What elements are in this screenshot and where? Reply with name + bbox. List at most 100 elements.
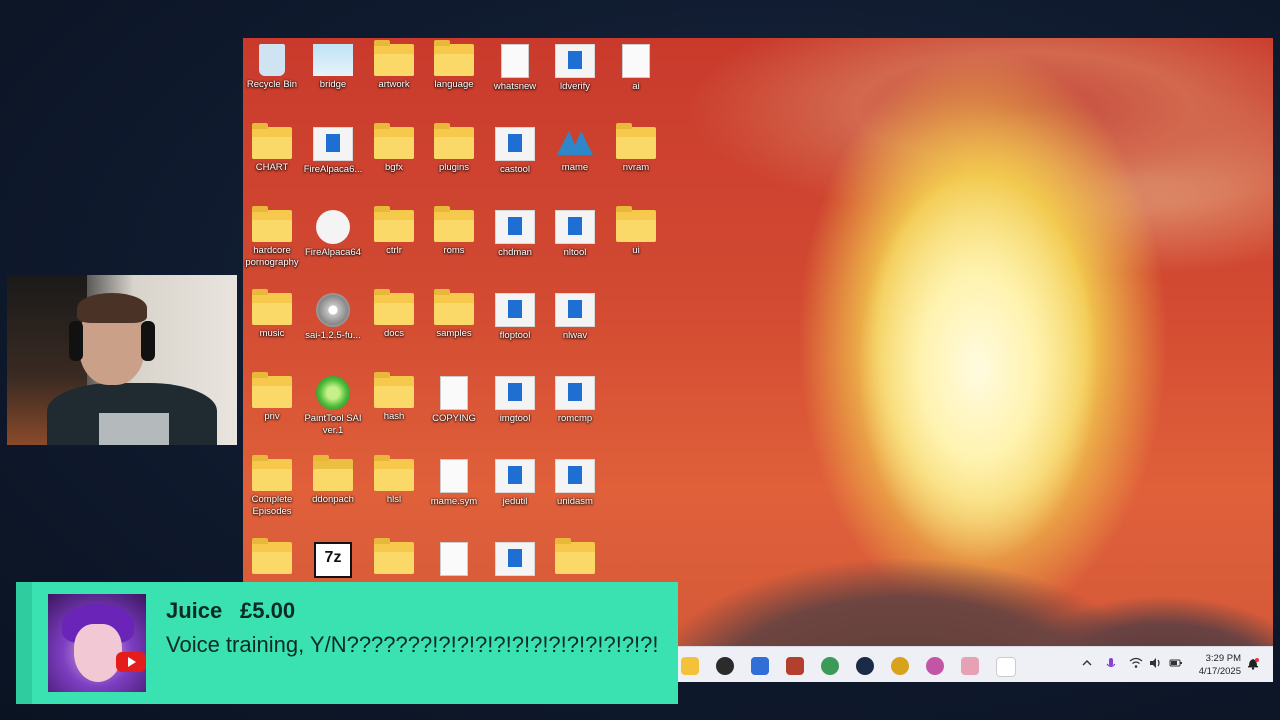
folder-icon [555, 538, 595, 574]
desktop-icon-label: ui [632, 245, 640, 256]
desktop-icon[interactable]: mame.sym [419, 453, 489, 508]
desktop-icon-label: mame [561, 162, 589, 173]
document-icon [440, 376, 468, 410]
folder-icon [374, 206, 414, 242]
character-app-icon[interactable] [961, 657, 979, 675]
executable-icon [555, 210, 595, 244]
desktop-icon[interactable]: ddonpach [298, 453, 368, 506]
settings-file-icon [622, 44, 650, 78]
7zip-icon: 7z [314, 542, 352, 578]
document-app-icon[interactable] [996, 657, 1016, 677]
donation-amount: £5.00 [240, 598, 296, 623]
desktop-icon[interactable]: PaintTool SAI ver.1 [298, 370, 368, 437]
tray-date[interactable]: 4/17/2025 [1187, 666, 1241, 677]
obs-icon[interactable] [716, 657, 734, 675]
zip-folder-icon [313, 455, 353, 491]
desktop-icon[interactable]: COPYING [419, 370, 489, 425]
executable-icon [495, 376, 535, 410]
donor-name: Juice [166, 598, 223, 623]
executable-icon [495, 542, 535, 576]
donor-avatar [48, 594, 146, 692]
executable-icon [555, 459, 595, 493]
folder-icon [252, 289, 292, 325]
desktop-icon-label: sai-1.2.5-fu... [305, 330, 361, 341]
folder-icon [252, 206, 292, 242]
folder-icon [434, 40, 474, 76]
desktop-icon-label: ddonpach [312, 494, 354, 505]
microphone-icon[interactable] [1105, 657, 1117, 682]
desktop-icon[interactable]: language [419, 38, 489, 91]
desktop-icon-label: ldverify [559, 81, 591, 92]
folder-icon [434, 206, 474, 242]
desktop-icon-label: unidasm [557, 496, 593, 507]
desktop-icon[interactable]: FireAlpaca6... [298, 121, 368, 176]
desktop-icon-label: language [434, 79, 474, 90]
battery-icon[interactable] [1169, 657, 1183, 682]
tray-time[interactable]: 3:29 PM [1187, 653, 1241, 664]
painttool-sai-icon [316, 376, 350, 410]
document-icon [440, 459, 468, 493]
folder-icon [252, 455, 292, 491]
desktop-icon[interactable]: ui [601, 204, 671, 257]
folder-icon [252, 538, 292, 574]
folder-icon [434, 123, 474, 159]
notepad-icon[interactable] [751, 657, 769, 675]
document-icon [440, 542, 468, 576]
wifi-icon[interactable] [1129, 657, 1143, 682]
executable-icon [555, 293, 595, 327]
desktop-icon[interactable]: mame [540, 121, 610, 174]
webcam-feed [7, 275, 237, 445]
game-app-icon[interactable] [786, 657, 804, 675]
desktop-icon-label: nlwav [562, 330, 588, 341]
steam-icon[interactable] [856, 657, 874, 675]
desktop-icon[interactable]: sai-1.2.5-fu... [298, 287, 368, 342]
avatar-face [74, 624, 122, 682]
desktop-icon-label: nltool [563, 247, 587, 258]
alert-accent-bar [16, 582, 32, 704]
desktop-icon[interactable]: FireAlpaca64 [298, 204, 368, 259]
file-explorer-icon[interactable] [681, 657, 699, 675]
folder-icon [374, 455, 414, 491]
desktop-icon-label: FireAlpaca6... [303, 164, 363, 175]
folder-icon [616, 123, 656, 159]
desktop-icon[interactable]: nlwav [540, 287, 610, 342]
notification-bell-icon[interactable] [1247, 657, 1259, 682]
browser-icon[interactable] [821, 657, 839, 675]
desktop-icon-label: FireAlpaca64 [305, 247, 361, 258]
desktop-icon-label: plugins [438, 162, 470, 173]
desktop-icon[interactable]: nvram [601, 121, 671, 174]
desktop-icon[interactable]: romcmp [540, 370, 610, 425]
media-app-icon[interactable] [891, 657, 909, 675]
desktop-icon[interactable] [540, 536, 610, 577]
desktop-icon[interactable]: nltool [540, 204, 610, 259]
desktop-icon-label: COPYING [432, 413, 476, 424]
desktop-icon[interactable]: bridge [298, 38, 368, 91]
desktop-icon[interactable] [419, 536, 489, 579]
folder-icon [252, 372, 292, 408]
desktop-icon[interactable]: ai [601, 38, 671, 93]
desktop-icon-label: ai [632, 81, 640, 92]
document-icon [501, 44, 529, 78]
executable-icon [495, 210, 535, 244]
folder-icon [434, 289, 474, 325]
folder-icon [374, 289, 414, 325]
desktop-icon[interactable]: roms [419, 204, 489, 257]
folder-icon [374, 538, 414, 574]
donation-alert: Juice £5.00 Voice training, Y/N???????!?… [16, 582, 678, 704]
desktop-icon[interactable]: samples [419, 287, 489, 340]
donation-message: Voice training, Y/N???????!?!?!?!?!?!?!?… [166, 632, 659, 657]
image-file-icon [313, 44, 353, 76]
chevron-up-icon[interactable] [1081, 657, 1093, 682]
desktop-icon[interactable]: ldverify [540, 38, 610, 93]
youtube-icon [116, 652, 146, 672]
executable-icon [495, 127, 535, 161]
desktop-icon[interactable]: 7z [298, 536, 368, 581]
desktop-icon[interactable]: plugins [419, 121, 489, 174]
paint-app-icon[interactable] [926, 657, 944, 675]
folder-icon [252, 123, 292, 159]
executable-icon [555, 376, 595, 410]
desktop-icon[interactable]: unidasm [540, 453, 610, 508]
folder-icon [374, 40, 414, 76]
installer-icon [313, 127, 353, 161]
volume-icon[interactable] [1149, 657, 1163, 682]
